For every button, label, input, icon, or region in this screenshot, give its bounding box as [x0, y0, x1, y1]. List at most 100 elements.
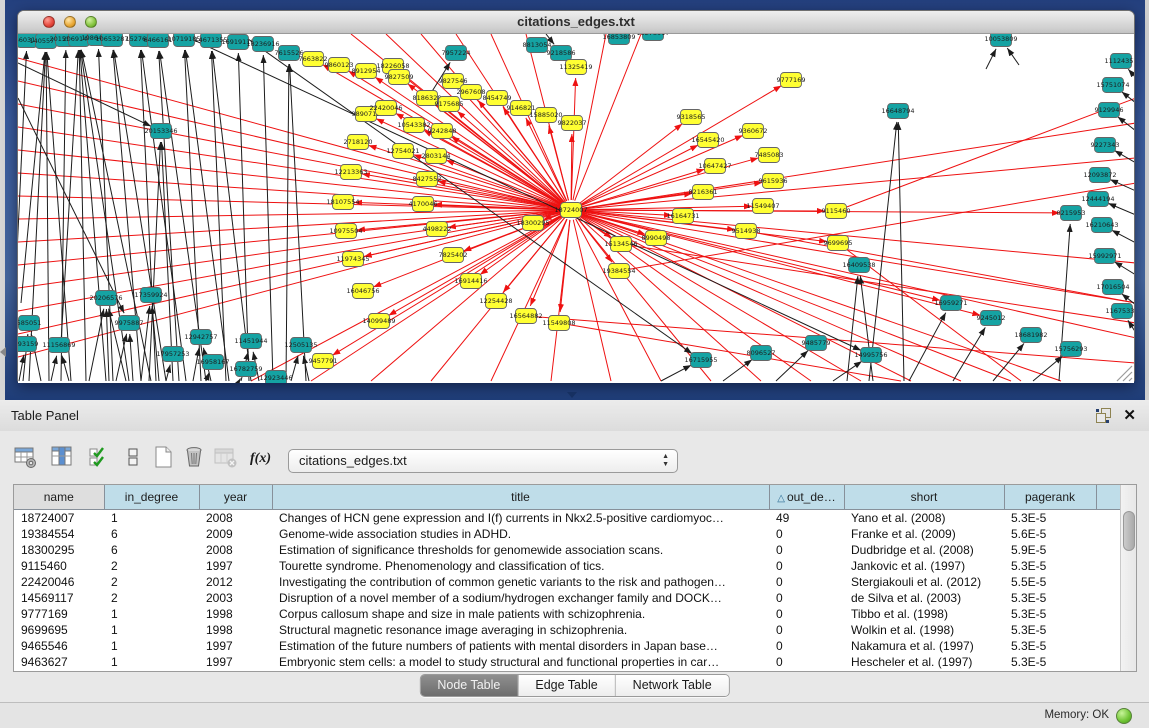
- graph-node[interactable]: 11974345: [336, 252, 369, 267]
- cell[interactable]: 2: [104, 558, 199, 574]
- cell[interactable]: 5.9E-5: [1004, 542, 1096, 558]
- split-rows-icon[interactable]: [122, 445, 146, 469]
- cell[interactable]: 5.5E-5: [1004, 574, 1096, 590]
- graph-node[interactable]: 12254428: [479, 294, 512, 309]
- cell[interactable]: 14569117: [14, 590, 104, 606]
- graph-node[interactable]: 9227343: [1091, 138, 1120, 153]
- graph-node[interactable]: 16853809: [602, 34, 635, 45]
- cell[interactable]: 5.3E-5: [1004, 654, 1096, 670]
- table-row[interactable]: 1872400712008Changes of HCN gene express…: [14, 510, 1122, 527]
- cell[interactable]: 18300295: [14, 542, 104, 558]
- cell[interactable]: 2008: [199, 510, 272, 527]
- scrollbar-thumb[interactable]: [1123, 511, 1135, 551]
- graph-node[interactable]: 10053809: [984, 34, 1017, 47]
- cell[interactable]: Franke et al. (2009): [844, 526, 1004, 542]
- cell[interactable]: 1997: [199, 638, 272, 654]
- window-titlebar[interactable]: citations_edges.txt: [18, 11, 1134, 34]
- float-panel-icon[interactable]: [1096, 408, 1111, 423]
- cell[interactable]: Corpus callosum shape and size in male p…: [272, 606, 769, 622]
- cell[interactable]: 5.3E-5: [1004, 622, 1096, 638]
- graph-node[interactable]: 7957224: [442, 46, 471, 61]
- cell[interactable]: 5.3E-5: [1004, 606, 1096, 622]
- graph-node[interactable]: 9860123: [325, 58, 354, 73]
- graph-node[interactable]: 8215953: [1057, 206, 1086, 221]
- graph-node[interactable]: 2718120: [344, 135, 373, 150]
- cell[interactable]: 22420046: [14, 574, 104, 590]
- cell[interactable]: Disruption of a novel member of a sodium…: [272, 590, 769, 606]
- graph-node[interactable]: 9360672: [739, 124, 768, 139]
- graph-node[interactable]: 16648794: [881, 104, 914, 119]
- select-rows-icon[interactable]: [88, 445, 112, 469]
- cell[interactable]: 2: [104, 574, 199, 590]
- column-header-in_degree[interactable]: in_degree: [104, 485, 199, 510]
- cell[interactable]: 5.3E-5: [1004, 558, 1096, 574]
- table-row[interactable]: 1830029562008Estimation of significance …: [14, 542, 1122, 558]
- cell[interactable]: 5.3E-5: [1004, 590, 1096, 606]
- graph-node[interactable]: 9975887: [115, 316, 144, 331]
- graph-node[interactable]: 2967608: [457, 85, 486, 100]
- graph-node[interactable]: 9777169: [777, 73, 806, 88]
- cell[interactable]: 9463627: [14, 654, 104, 670]
- cell[interactable]: [1096, 622, 1122, 638]
- cell[interactable]: Jankovic et al. (1997): [844, 558, 1004, 574]
- graph-node[interactable]: 11451944: [234, 334, 267, 349]
- splitter-handle-icon[interactable]: [567, 392, 577, 398]
- cell[interactable]: 6: [104, 542, 199, 558]
- graph-node[interactable]: 9245012: [977, 311, 1006, 326]
- column-header-filler[interactable]: [1096, 485, 1122, 510]
- resize-grip-icon[interactable]: [1117, 366, 1132, 381]
- column-header-title[interactable]: title: [272, 485, 769, 510]
- cell[interactable]: 9115460: [14, 558, 104, 574]
- graph-node[interactable]: 7485083: [755, 148, 784, 163]
- cell[interactable]: 1: [104, 510, 199, 527]
- column-header-pagerank[interactable]: pagerank: [1004, 485, 1096, 510]
- graph-node[interactable]: 11675331: [1105, 304, 1134, 319]
- cell[interactable]: 2: [104, 590, 199, 606]
- graph-node[interactable]: 17359924: [134, 288, 167, 303]
- graph-node[interactable]: 9129946: [1095, 103, 1124, 118]
- cell[interactable]: 9465546: [14, 638, 104, 654]
- graph-node[interactable]: 7825402: [439, 248, 468, 263]
- graph-node[interactable]: 16210643: [1085, 218, 1118, 233]
- cell[interactable]: 0: [769, 526, 844, 542]
- graph-node[interactable]: 16959271: [934, 296, 967, 311]
- graph-node[interactable]: 8427552: [413, 172, 442, 187]
- cell[interactable]: [1096, 510, 1122, 527]
- graph-node[interactable]: 8216361: [689, 185, 718, 200]
- cell[interactable]: Estimation of significance thresholds fo…: [272, 542, 769, 558]
- delete-table-icon[interactable]: [214, 445, 238, 469]
- table-row[interactable]: 946362711997Embryonic stem cells: a mode…: [14, 654, 1122, 670]
- tab-node-table[interactable]: Node Table: [420, 675, 517, 696]
- cell[interactable]: Yano et al. (2008): [844, 510, 1004, 527]
- graph-node[interactable]: 14099489: [362, 314, 395, 329]
- graph-node[interactable]: 17016504: [1096, 280, 1129, 295]
- cell[interactable]: [1096, 654, 1122, 670]
- cell[interactable]: 1: [104, 622, 199, 638]
- graph-node[interactable]: 11156869: [42, 338, 75, 353]
- cell[interactable]: Estimation of the future numbers of pati…: [272, 638, 769, 654]
- tab-edge-table[interactable]: Edge Table: [517, 675, 614, 696]
- table-row[interactable]: 977716911998Corpus callosum shape and si…: [14, 606, 1122, 622]
- cell[interactable]: Genome-wide association studies in ADHD.: [272, 526, 769, 542]
- cell[interactable]: 1997: [199, 558, 272, 574]
- cell[interactable]: 0: [769, 558, 844, 574]
- graph-node[interactable]: 9822037: [558, 116, 587, 131]
- graph-node[interactable]: 2803144: [422, 149, 451, 164]
- cell[interactable]: 0: [769, 590, 844, 606]
- cell[interactable]: Investigating the contribution of common…: [272, 574, 769, 590]
- show-columns-icon[interactable]: [50, 445, 74, 469]
- graph-node[interactable]: 12923446: [259, 371, 292, 384]
- cell[interactable]: [1096, 638, 1122, 654]
- graph-node[interactable]: 9457791: [309, 354, 338, 369]
- cell[interactable]: 2012: [199, 574, 272, 590]
- cell[interactable]: [1096, 574, 1122, 590]
- graph-node[interactable]: 7663822: [299, 52, 328, 67]
- column-header-out_de…[interactable]: △out_de…: [769, 485, 844, 510]
- delete-column-icon[interactable]: [183, 445, 207, 469]
- cell[interactable]: 19384554: [14, 526, 104, 542]
- cell[interactable]: 0: [769, 606, 844, 622]
- cell[interactable]: 5.3E-5: [1004, 638, 1096, 654]
- cell[interactable]: [1096, 558, 1122, 574]
- graph-node[interactable]: 9615936: [759, 174, 788, 189]
- cell[interactable]: [1096, 526, 1122, 542]
